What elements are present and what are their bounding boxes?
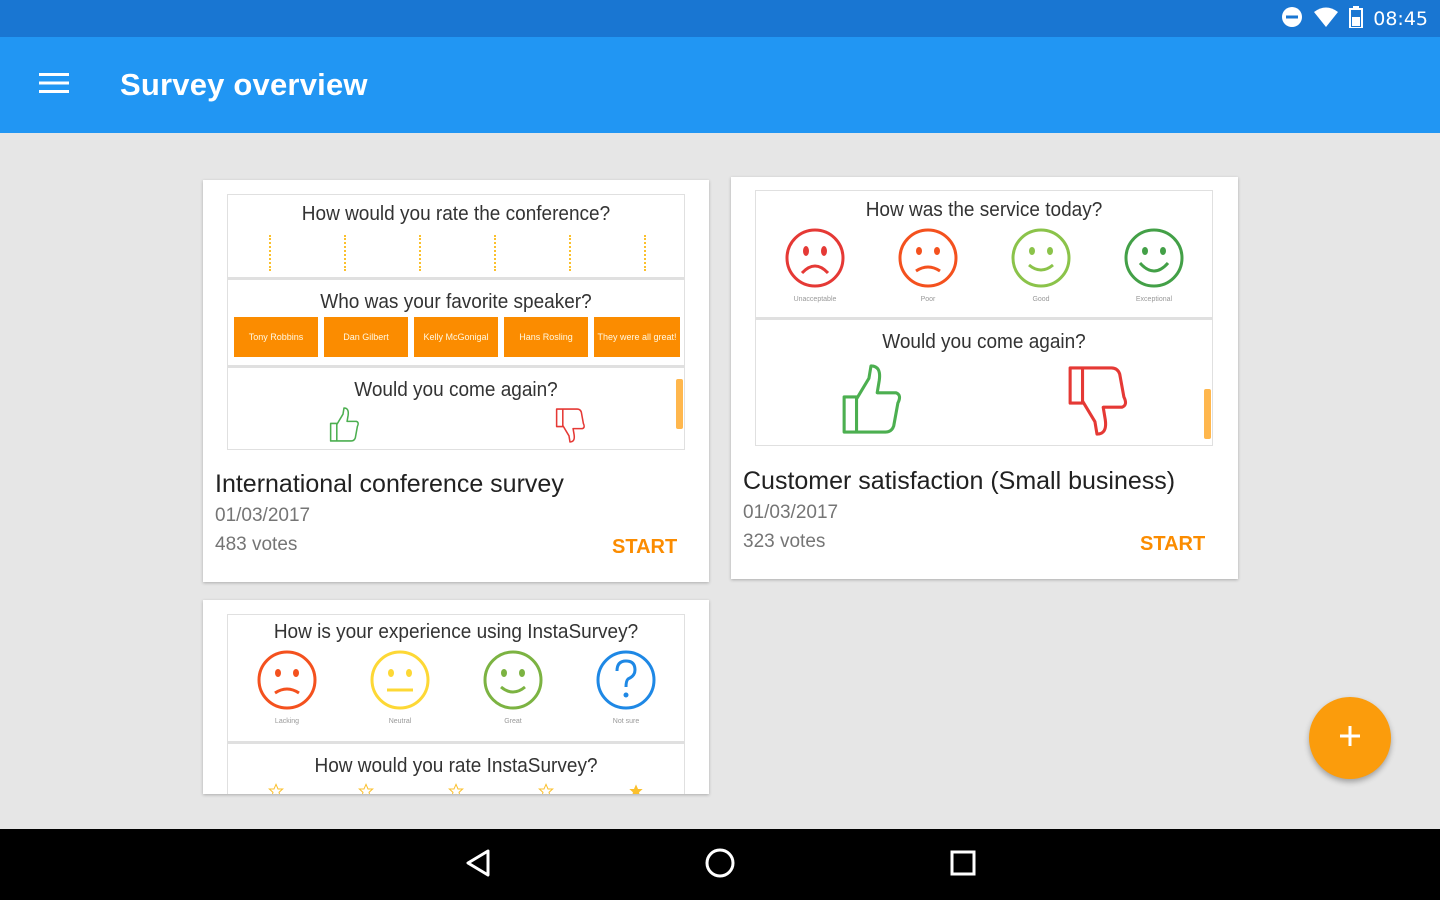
battery-icon [1349,5,1364,33]
preview-question: Who was your favorite speaker? [320,291,592,313]
status-bar: 08:45 [0,0,1440,37]
divider [228,365,684,368]
survey-votes: 323 votes [743,531,826,552]
survey-preview: How was the service today? Unacceptable … [755,190,1213,446]
face-label: Not sure [612,718,640,725]
neutral-face-icon [369,650,431,715]
face-option: Poor [893,227,963,303]
face-label: Exceptional [1135,296,1173,303]
home-button[interactable] [690,843,750,887]
star-outline-icon [268,783,284,794]
thumbs-up-icon [328,407,360,448]
speaker-option: Dan Gilbert [324,317,408,357]
rating-tick [269,235,271,271]
back-icon [464,848,492,883]
start-button[interactable]: START [1140,533,1205,556]
thumbs-down-icon [1066,363,1128,442]
home-icon [704,847,736,884]
status-icons: 08:45 [1281,5,1428,33]
star-filled-icon [628,783,644,794]
star-outline-icon [358,783,374,794]
recents-icon [949,849,977,882]
survey-votes: 483 votes [215,534,298,555]
survey-date: 01/03/2017 [743,502,839,523]
question-mark-icon [595,650,657,715]
back-button[interactable] [448,843,508,887]
preview-question: How would you rate InstaSurvey? [314,755,598,777]
status-time: 08:45 [1373,8,1428,30]
face-label: Great [504,718,522,725]
rating-tick [569,235,571,271]
menu-button[interactable] [26,65,82,105]
rating-tick [344,235,346,271]
face-option: Lacking [252,649,322,725]
survey-title: International conference survey [215,470,564,498]
very-sad-face-icon [784,228,846,293]
preview-question: How is your experience using InstaSurvey… [273,621,639,643]
face-label: Unacceptable [793,296,837,303]
recents-button[interactable] [933,843,993,887]
face-option: Exceptional [1119,227,1189,303]
speaker-option: Hans Rosling [504,317,588,357]
divider [756,317,1212,320]
face-option: Neutral [365,649,435,725]
very-happy-face-icon [1123,228,1185,293]
survey-preview: How would you rate the conference? Who w… [227,194,685,450]
face-option: Not sure [591,649,661,725]
face-label: Lacking [274,718,300,725]
star-outline-icon [538,783,554,794]
sad-face-icon [897,228,959,293]
thumbs-down-icon [554,407,586,448]
preview-question: Would you come again? [354,379,558,401]
app-bar: Survey overview [0,37,1440,133]
preview-scroll-handle [1204,389,1211,439]
navigation-bar [0,829,1440,900]
preview-question: How was the service today? [865,199,1103,221]
survey-title: Customer satisfaction (Small business) [743,467,1176,495]
plus-icon [1338,724,1362,753]
speaker-option: They were all great! [594,317,680,357]
sad-face-icon [256,650,318,715]
star-outline-icon [448,783,464,794]
wifi-icon [1313,6,1339,33]
face-label: Neutral [388,718,412,725]
rating-tick [494,235,496,271]
rating-tick [644,235,646,271]
face-option: Unacceptable [780,227,850,303]
preview-scroll-handle [676,379,683,429]
preview-question: Would you come again? [882,331,1086,353]
speaker-option: Tony Robbins [234,317,318,357]
survey-card-customer-satisfaction[interactable]: How was the service today? Unacceptable … [731,177,1238,579]
rating-tick [419,235,421,271]
page-title: Survey overview [120,67,368,102]
speaker-option: Kelly McGonigal [414,317,498,357]
survey-preview: How is your experience using InstaSurvey… [227,614,685,794]
divider [228,277,684,280]
happy-face-icon [482,650,544,715]
divider [228,741,684,744]
happy-face-icon [1010,228,1072,293]
do-not-disturb-icon [1281,6,1303,33]
hamburger-menu-icon [39,72,69,99]
face-option: Good [1006,227,1076,303]
thumbs-up-icon [840,363,902,442]
start-button[interactable]: START [612,536,677,559]
face-label: Good [1032,296,1050,303]
survey-date: 01/03/2017 [215,505,311,526]
survey-card-international-conference[interactable]: How would you rate the conference? Who w… [203,180,709,582]
face-label: Poor [920,296,936,303]
add-survey-button[interactable] [1309,697,1391,779]
face-option: Great [478,649,548,725]
survey-card-instasurvey[interactable]: How is your experience using InstaSurvey… [203,600,709,794]
speaker-options: Tony Robbins Dan Gilbert Kelly McGonigal… [234,317,680,357]
preview-question: How would you rate the conference? [301,203,611,225]
